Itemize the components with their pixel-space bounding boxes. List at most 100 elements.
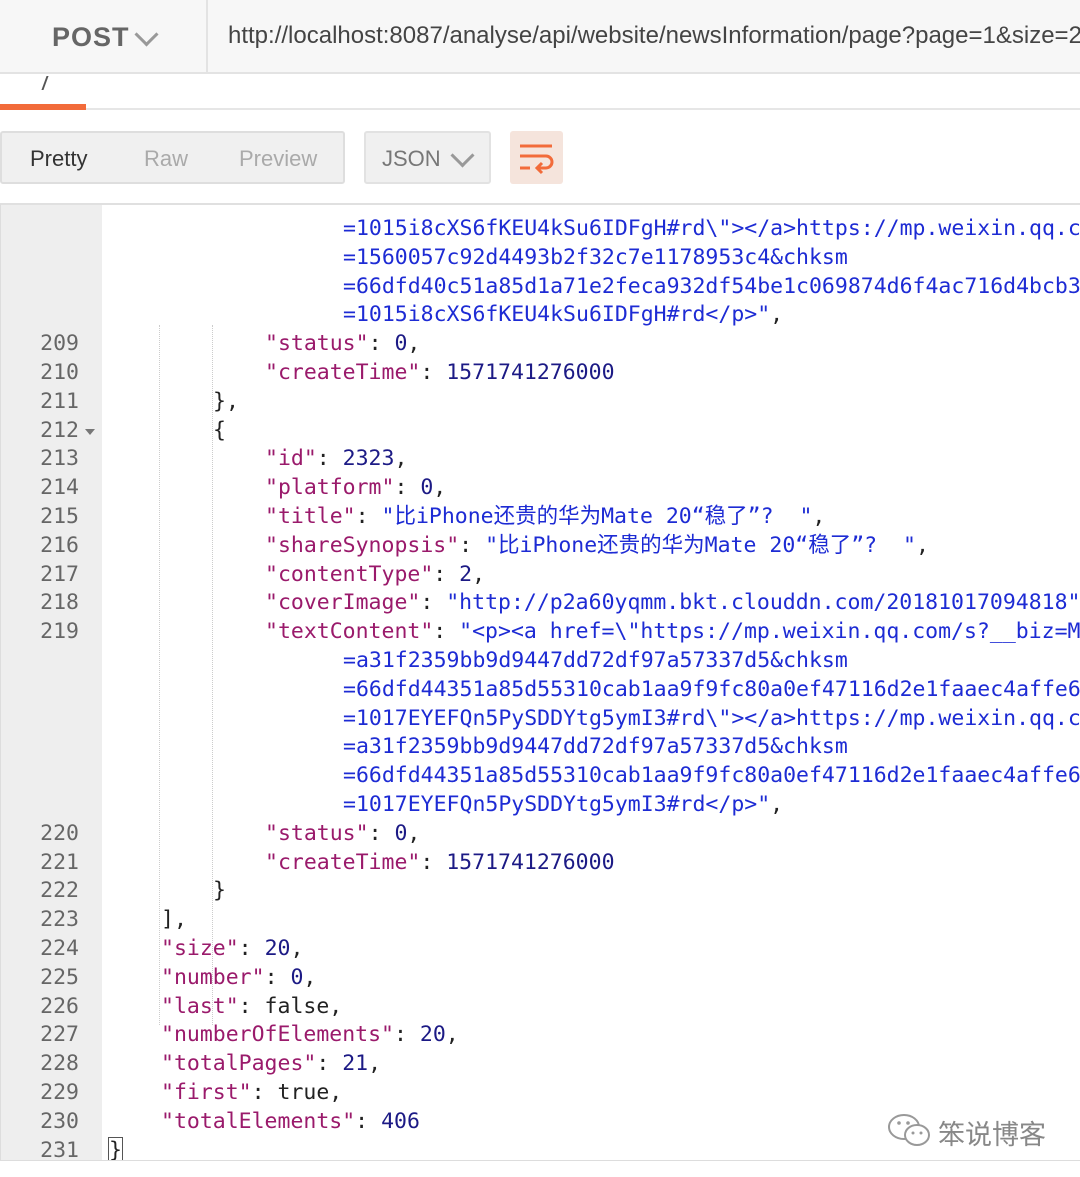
code-token: "createTime" <box>265 849 421 875</box>
code-token: "shareSynopsis" <box>265 532 460 558</box>
code-token: : <box>368 820 395 846</box>
code-token: "size" <box>161 936 239 961</box>
method-dropdown[interactable]: POST <box>0 0 208 72</box>
code-line: =66dfd40c51a85d1a71e2feca932df54be1c0698… <box>1 272 1080 301</box>
code-token: : <box>264 964 291 990</box>
code-token: "createTime" <box>265 360 421 385</box>
tab-partial[interactable] <box>41 76 55 90</box>
code-text: } <box>108 1136 123 1160</box>
line-number: 220 <box>40 820 79 846</box>
code-token: 21 <box>342 1051 369 1077</box>
code-token: 2 <box>459 561 473 587</box>
code-text: } <box>213 876 226 905</box>
code-token: "比iPhone还贵的华为Mate 20“稳了”? " <box>485 532 916 558</box>
code-token: , <box>290 936 304 961</box>
code-line: 226 "last": false, <box>1 992 1080 1021</box>
code-line: =1015i8cXS6fKEU4kSu6IDFgH#rd\"></a>https… <box>1 214 1080 243</box>
code-token: : <box>433 619 460 645</box>
code-text: "contentType": 2, <box>265 560 485 589</box>
line-number: 226 <box>40 993 79 1019</box>
code-token: 1571741276000 <box>446 360 615 385</box>
code-token: "number" <box>161 964 265 990</box>
code-token: =66dfd44351a85d55310cab1aa9f9fc80a0ef471… <box>343 763 1080 789</box>
raw-button[interactable]: Raw <box>144 146 188 172</box>
code-line: 228 "totalPages": 21, <box>1 1049 1080 1078</box>
code-token: =1015i8cXS6fKEU4kSu6IDFgH#rd\"></a>https… <box>343 216 1080 241</box>
code-line: 224 "size": 20, <box>1 934 1080 963</box>
code-line: 209 "status": 0, <box>1 329 1080 358</box>
code-line: 216 "shareSynopsis": "比iPhone还贵的华为Mate 20… <box>1 531 1080 560</box>
code-token: }, <box>213 388 239 414</box>
code-token: 20 <box>419 1022 446 1048</box>
chevron-down-icon <box>134 22 159 47</box>
code-text: =1017EYEFQn5PySDDYtg5ymI3#rd\"></a>https… <box>343 704 1080 733</box>
code-token: 0 <box>394 331 408 357</box>
code-token: : <box>433 561 460 587</box>
code-token: } <box>108 1136 123 1160</box>
code-text: =66dfd44351a85d55310cab1aa9f9fc80a0ef471… <box>343 761 1080 790</box>
pretty-button[interactable]: Pretty <box>30 146 87 172</box>
code-token: "<p><a href=\"https://mp.weixin.qq.com/s… <box>459 619 1080 645</box>
code-token: =a31f2359bb9d9447dd72df97a57337d5&chksm <box>343 648 848 673</box>
fold-toggle-icon[interactable] <box>85 428 95 435</box>
code-token: "totalElements" <box>161 1108 356 1134</box>
divider <box>0 1160 1080 1161</box>
code-text: "title": "比iPhone还贵的华为Mate 20“稳了”? ", <box>265 502 825 531</box>
url-input[interactable]: http://localhost:8087/analyse/api/websit… <box>228 22 1080 50</box>
line-number: 215 <box>40 504 79 529</box>
code-line: 219 "textContent": "<p><a href=\"https://… <box>1 617 1080 646</box>
watermark-text: 笨说博客 <box>938 1120 1046 1151</box>
code-token: , <box>433 475 447 501</box>
line-number: 222 <box>40 878 79 904</box>
code-token: , <box>770 792 784 817</box>
code-line: 218 "coverImage": "http://p2a60yqmm.bkt.c… <box>1 588 1080 617</box>
response-body[interactable]: =1015i8cXS6fKEU4kSu6IDFgH#rd\"></a>https… <box>0 203 1080 1160</box>
code-line: 210 "createTime": 1571741276000 <box>1 358 1080 387</box>
line-number: 216 <box>40 532 79 558</box>
line-number: 210 <box>40 360 79 385</box>
code-token: , <box>472 561 486 587</box>
line-number: 211 <box>40 388 79 414</box>
code-token: =66dfd44351a85d55310cab1aa9f9fc80a0ef471… <box>343 676 1080 702</box>
code-text: "status": 0, <box>265 819 420 848</box>
line-number: 213 <box>40 446 79 472</box>
code-line: 217 "contentType": 2, <box>1 560 1080 589</box>
code-line: 222} <box>1 876 1080 905</box>
code-token: , <box>915 532 929 558</box>
line-number: 224 <box>40 936 79 961</box>
code-line: 227 "numberOfElements": 20, <box>1 1020 1080 1049</box>
code-token: , <box>407 820 421 846</box>
code-token: 2323 <box>342 446 395 472</box>
code-token: =1015i8cXS6fKEU4kSu6IDFgH#rd</p>" <box>343 302 771 328</box>
line-number: 225 <box>40 964 79 990</box>
code-token: "last" <box>161 993 239 1019</box>
code-token: "http://p2a60yqmm.bkt.clouddn.com/201810… <box>446 590 1080 616</box>
code-token: , <box>394 446 408 472</box>
code-token: : <box>368 331 395 357</box>
code-line: 220 "status": 0, <box>1 819 1080 848</box>
code-line: 213 "id": 2323, <box>1 444 1080 473</box>
wrap-lines-icon <box>520 144 554 175</box>
preview-button[interactable]: Preview <box>239 146 317 172</box>
code-text: =1015i8cXS6fKEU4kSu6IDFgH#rd\"></a>https… <box>343 214 1080 243</box>
code-token: =1560057c92d4493b2f32c7e1178953c4&chksm <box>343 244 848 270</box>
code-line: =66dfd44351a85d55310cab1aa9f9fc80a0ef471… <box>1 675 1080 704</box>
format-dropdown[interactable]: JSON <box>364 131 491 184</box>
chevron-down-icon <box>450 143 475 168</box>
code-token: : <box>316 1051 343 1077</box>
wrap-lines-button[interactable] <box>510 131 563 184</box>
line-number: 209 <box>40 331 79 357</box>
line-number: 227 <box>40 1022 79 1048</box>
code-token: "platform" <box>265 475 395 501</box>
code-token: : <box>238 936 265 961</box>
code-text: =1560057c92d4493b2f32c7e1178953c4&chksm <box>343 243 848 272</box>
code-token: "totalPages" <box>161 1051 317 1077</box>
response-tabs <box>0 74 1080 110</box>
code-token: 406 <box>381 1108 420 1134</box>
code-token: 20 <box>264 936 291 961</box>
line-number: 217 <box>40 561 79 587</box>
line-number: 214 <box>40 475 79 501</box>
code-line: =a31f2359bb9d9447dd72df97a57337d5&chksm <box>1 732 1080 761</box>
wechat-icon <box>888 1114 930 1146</box>
watermark: 笨说博客 <box>886 1111 1056 1151</box>
